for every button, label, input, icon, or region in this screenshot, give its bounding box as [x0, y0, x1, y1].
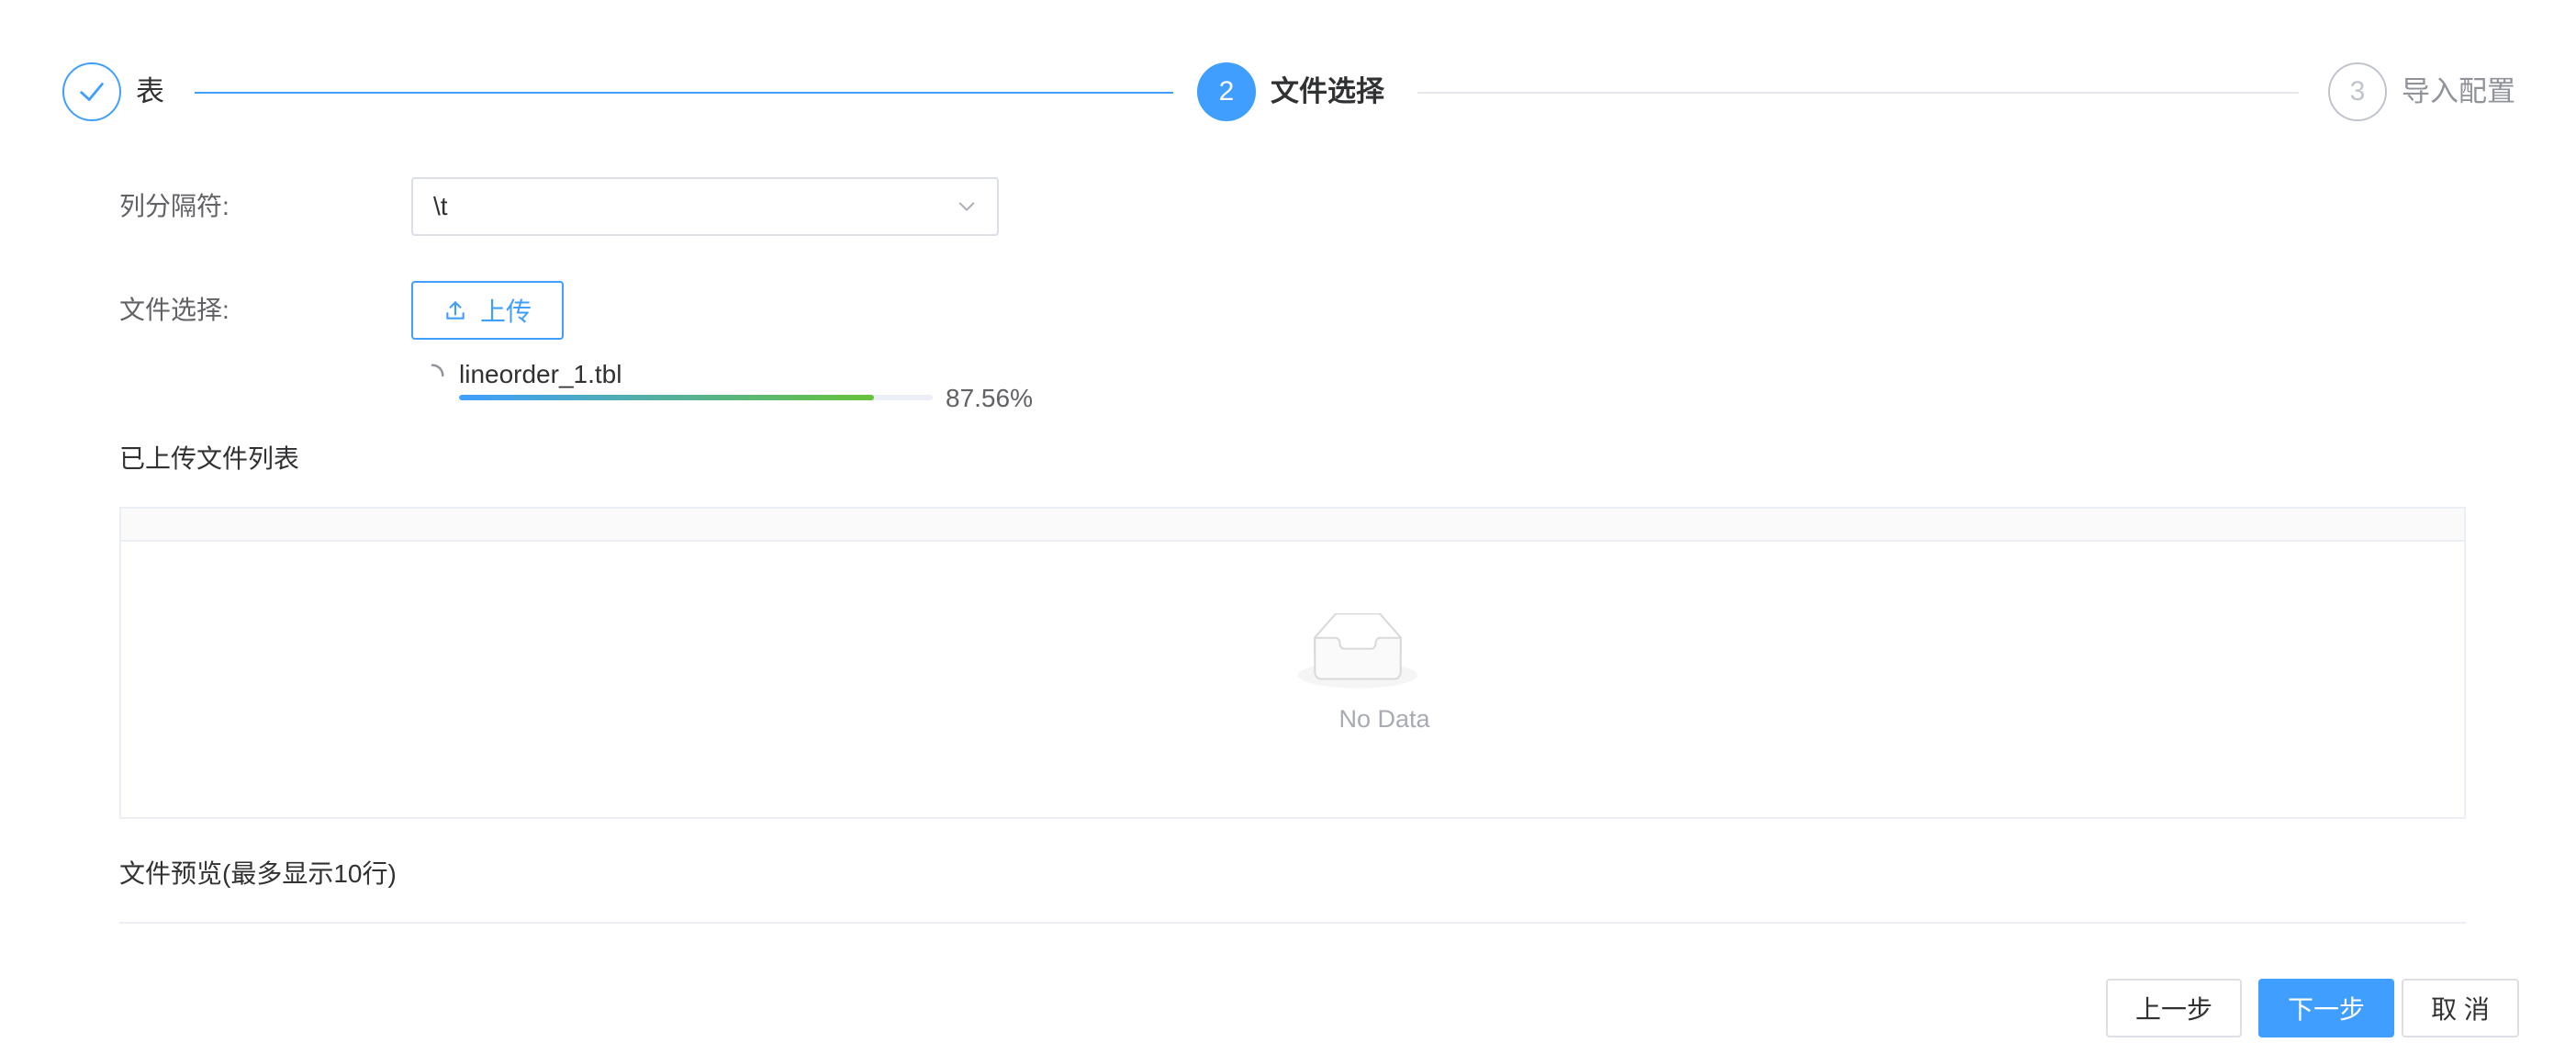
uploaded-files-table: No Data [119, 507, 2466, 819]
steps-bar: 表 2 文件选择 3 导入配置 [0, 0, 2576, 156]
check-icon [80, 83, 104, 101]
upload-progress-fill [459, 395, 874, 400]
empty-text: No Data [1338, 705, 1430, 733]
step-3-title: 导入配置 [2402, 75, 2515, 107]
next-step-button[interactable]: 下一步 [2258, 979, 2394, 1037]
preview-divider [119, 922, 2466, 924]
preview-title: 文件预览(最多显示10行) [119, 859, 397, 888]
upload-list-item: lineorder_1.tbl 87.56% [419, 358, 1061, 413]
upload-icon [446, 301, 465, 320]
upload-progress-text: 87.56% [946, 384, 1033, 412]
table-empty: No Data [121, 540, 2464, 817]
delimiter-label: 列分隔符: [119, 192, 230, 220]
empty-box-icon [1298, 613, 1417, 689]
delimiter-select-value: \t [433, 192, 448, 220]
step-2-icon: 2 [1197, 62, 1256, 121]
step-2-line [1417, 92, 2299, 94]
cancel-button[interactable]: 取 消 [2402, 979, 2519, 1037]
delimiter-select[interactable]: \t [411, 177, 999, 236]
file-select-label: 文件选择: [119, 296, 230, 324]
upload-progress-bar [459, 395, 933, 400]
step-1-check-icon [62, 62, 121, 121]
chevron-down-icon [958, 202, 975, 211]
upload-button[interactable]: 上传 [411, 281, 564, 340]
prev-step-button[interactable]: 上一步 [2106, 979, 2242, 1037]
step-1-title: 表 [136, 75, 164, 107]
step-2-title: 文件选择 [1271, 75, 1384, 107]
table-header [121, 509, 2464, 542]
step-1-line [195, 92, 1173, 94]
upload-button-label: 上传 [479, 297, 532, 326]
upload-file-name: lineorder_1.tbl [459, 360, 622, 388]
loading-icon [431, 364, 444, 377]
step-3-icon: 3 [2328, 62, 2387, 121]
uploaded-list-title: 已上传文件列表 [119, 444, 300, 473]
